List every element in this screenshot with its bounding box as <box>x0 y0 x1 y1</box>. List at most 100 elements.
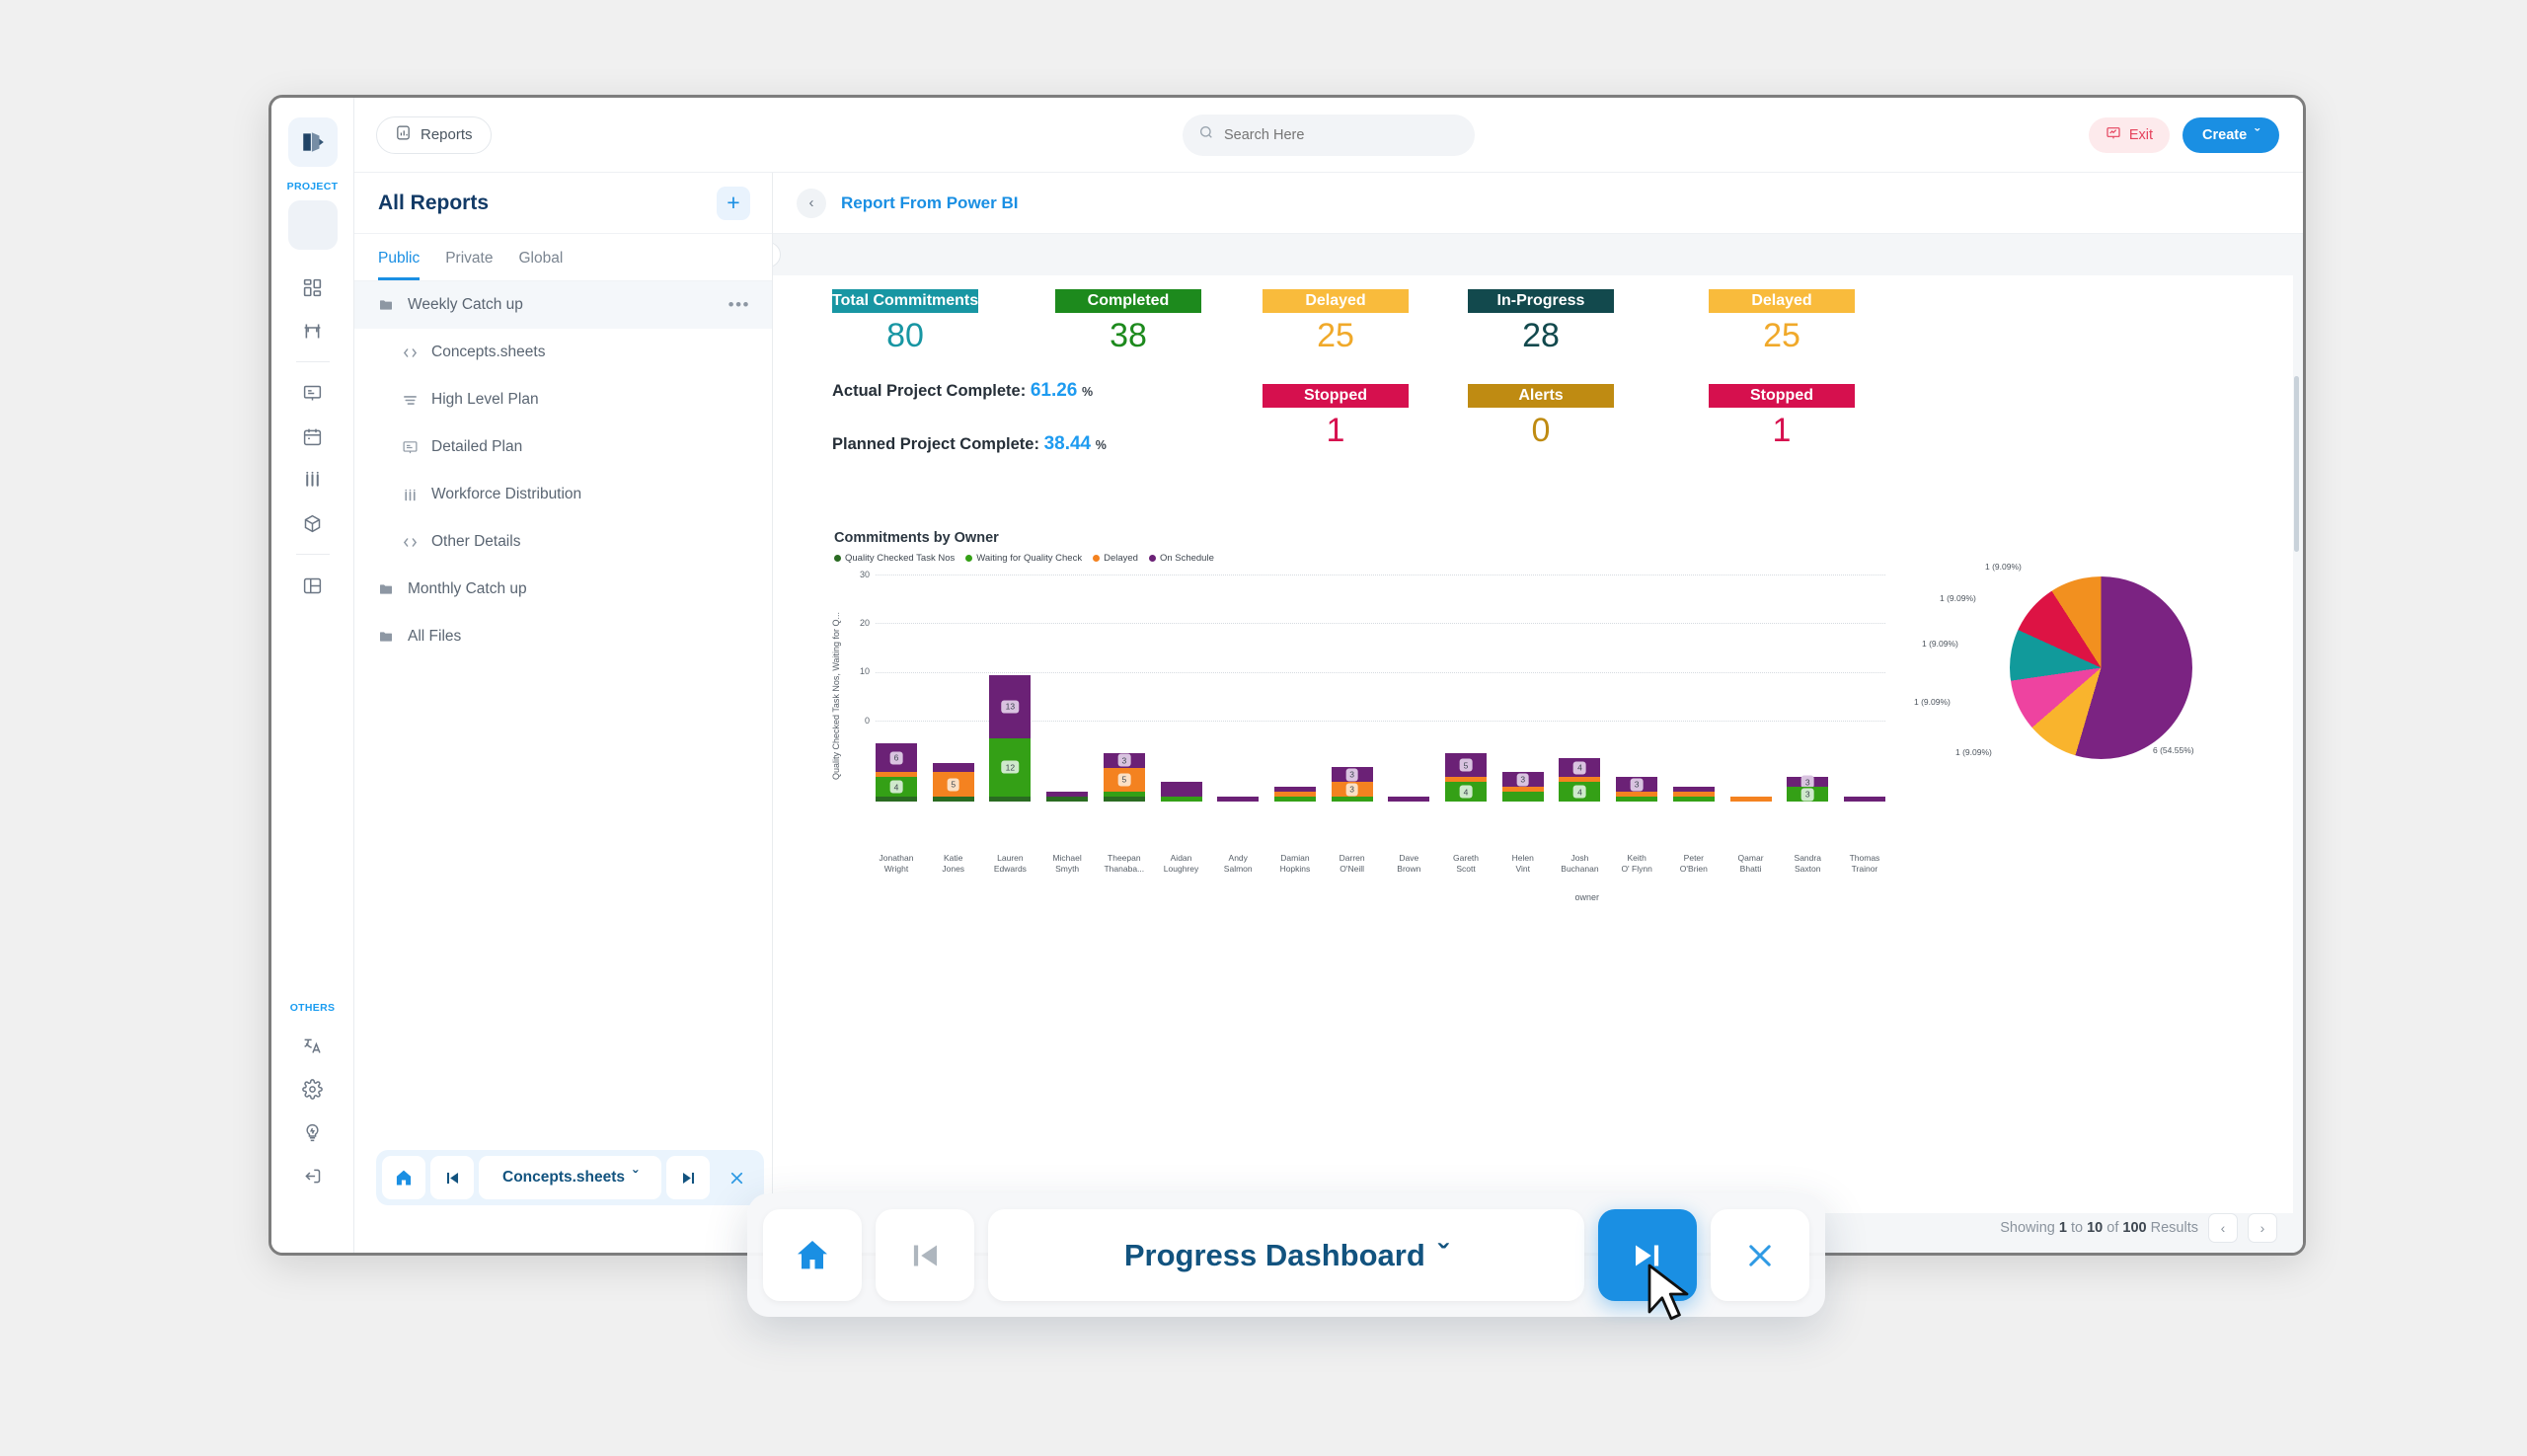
close-icon[interactable] <box>1711 1209 1809 1301</box>
tab-private[interactable]: Private <box>445 250 493 280</box>
legend-swatch <box>834 555 841 562</box>
kpi-value: 38 <box>1110 317 1147 354</box>
bar-column[interactable] <box>1388 797 1430 802</box>
bar-column[interactable]: 64 <box>876 742 917 802</box>
bar-column[interactable] <box>1273 787 1316 802</box>
percent-symbol: % <box>1095 438 1107 452</box>
legend-item[interactable]: Quality Checked Task Nos <box>834 553 955 564</box>
structure-icon[interactable] <box>288 309 338 352</box>
legend-item[interactable]: On Schedule <box>1148 553 1214 564</box>
bar-column[interactable]: 33 <box>1787 775 1829 802</box>
tree-item-weekly-catch-up[interactable]: Weekly Catch up ••• <box>354 281 772 329</box>
tree-item-monthly-catch-up[interactable]: Monthly Catch up <box>354 566 772 613</box>
bar-segment <box>1331 797 1373 802</box>
legend-item[interactable]: Delayed <box>1093 553 1138 564</box>
skip-back-icon[interactable] <box>876 1209 974 1301</box>
add-report-button[interactable]: + <box>717 186 750 220</box>
close-icon[interactable] <box>715 1156 758 1199</box>
bar-segment: 5 <box>1445 752 1488 778</box>
tab-global[interactable]: Global <box>518 250 563 280</box>
tree-item-other-details[interactable]: Other Details <box>354 518 772 566</box>
reports-chip-button[interactable]: Reports <box>376 115 492 154</box>
tree-item-concepts-sheets[interactable]: Concepts.sheets <box>354 329 772 376</box>
kpi-label: Delayed <box>1263 289 1409 313</box>
bar-segment <box>1616 797 1658 802</box>
bar-column[interactable] <box>1046 792 1089 802</box>
x-axis-tick-label: Gareth Scott <box>1453 853 1480 875</box>
pie-slices[interactable] <box>2010 576 2192 759</box>
cube-icon[interactable] <box>288 501 338 545</box>
close-icon[interactable]: × <box>773 242 781 268</box>
pg-from: 1 <box>2058 1220 2067 1236</box>
bar-column[interactable] <box>1843 797 1885 802</box>
bar-column[interactable]: 3 <box>1501 772 1544 802</box>
create-label: Create <box>2202 126 2248 143</box>
kpi-label: Delayed <box>1709 289 1855 313</box>
legend-item[interactable]: Waiting for Quality Check <box>965 553 1082 564</box>
dashboard-grid-icon[interactable] <box>288 266 338 309</box>
tree-item-high-level-plan[interactable]: High Level Plan <box>354 376 772 423</box>
home-icon[interactable] <box>763 1209 862 1301</box>
bar-column[interactable]: 54 <box>1445 752 1488 802</box>
bar-column[interactable]: 3 <box>1616 777 1658 802</box>
create-button[interactable]: Create ˇ <box>2182 116 2279 153</box>
panel-header: All Reports + <box>354 173 772 234</box>
bar-segment: 12 <box>989 737 1032 798</box>
x-axis-tick-label: Qamar Bhatti <box>1737 853 1764 875</box>
bar-column[interactable]: 33 <box>1331 767 1373 802</box>
layout-panel-icon[interactable] <box>288 564 338 607</box>
bar-column[interactable] <box>1672 787 1715 802</box>
gear-icon[interactable] <box>288 1067 338 1111</box>
bar-segment <box>876 797 917 802</box>
skip-back-icon[interactable] <box>430 1156 474 1199</box>
tab-public[interactable]: Public <box>378 250 421 280</box>
bar-column[interactable] <box>1217 797 1260 802</box>
tree-item-workforce-distribution[interactable]: Workforce Distribution <box>354 471 772 518</box>
columns-chart-icon[interactable] <box>288 458 338 501</box>
translate-icon[interactable] <box>288 1024 338 1067</box>
lightbulb-icon[interactable] <box>288 1111 338 1154</box>
panel-file-title: Concepts.sheets <box>502 1169 626 1186</box>
x-axis-tick-label: Katie Jones <box>942 853 965 875</box>
reports-panel: All Reports + Public Private Global Week… <box>354 173 773 1253</box>
bar-column[interactable]: 44 <box>1559 757 1601 802</box>
search-box[interactable] <box>1183 114 1475 156</box>
panel-file-selector[interactable]: Concepts.sheets ˇ <box>479 1156 662 1199</box>
dashboard-selector[interactable]: Progress Dashboard ˇ <box>988 1209 1584 1301</box>
bar-segment: 5 <box>1103 767 1145 793</box>
calendar-icon[interactable] <box>288 415 338 458</box>
back-button[interactable]: ‹ <box>797 188 826 218</box>
tree-item-detailed-plan[interactable]: Detailed Plan <box>354 423 772 471</box>
tree-item-more-icon[interactable]: ••• <box>728 295 750 315</box>
bar-value-label: 4 <box>1573 785 1586 799</box>
powerbi-report-canvas: Total Commitments 80 Completed 38 Delaye… <box>773 275 2293 1213</box>
panel-navigation-toolbar: Concepts.sheets ˇ <box>376 1150 765 1205</box>
rail-active-project-block[interactable] <box>287 200 338 250</box>
bar-column[interactable] <box>1729 797 1772 802</box>
application-window: PROJECT OTHERS Reports Search Here Exit … <box>268 95 2306 1256</box>
bar-column[interactable] <box>1160 782 1202 802</box>
folder-icon <box>378 297 396 313</box>
bar-column[interactable]: 5 <box>932 762 974 802</box>
tree-item-all-files[interactable]: All Files <box>354 613 772 660</box>
x-axis-tick-label: Michael Smyth <box>1052 853 1082 875</box>
y-axis-tick: 10 <box>859 666 870 676</box>
skip-forward-icon[interactable] <box>666 1156 711 1199</box>
pagination-next-button[interactable]: › <box>2248 1213 2277 1243</box>
presentation-icon[interactable] <box>288 371 338 415</box>
exit-button[interactable]: Exit <box>2088 116 2171 153</box>
kpi-value: 25 <box>1317 317 1354 354</box>
bar-column[interactable]: 35 <box>1103 752 1145 802</box>
logout-icon[interactable] <box>288 1154 338 1197</box>
book-logo-icon[interactable] <box>287 117 338 167</box>
home-icon[interactable] <box>382 1156 425 1199</box>
bar-column[interactable]: 13 12 <box>989 674 1032 802</box>
bar-segment <box>1217 797 1260 802</box>
search-input[interactable] <box>1224 126 1459 143</box>
skip-forward-icon[interactable] <box>1598 1209 1697 1301</box>
vertical-scrollbar[interactable] <box>2294 376 2299 552</box>
pagination-prev-button[interactable]: ‹ <box>2208 1213 2238 1243</box>
x-axis-tick-label: Peter O'Brien <box>1679 853 1708 875</box>
top-bar: Reports Exit Create ˇ <box>354 98 2303 173</box>
kpi-completed: Completed 38 <box>1055 289 1201 355</box>
